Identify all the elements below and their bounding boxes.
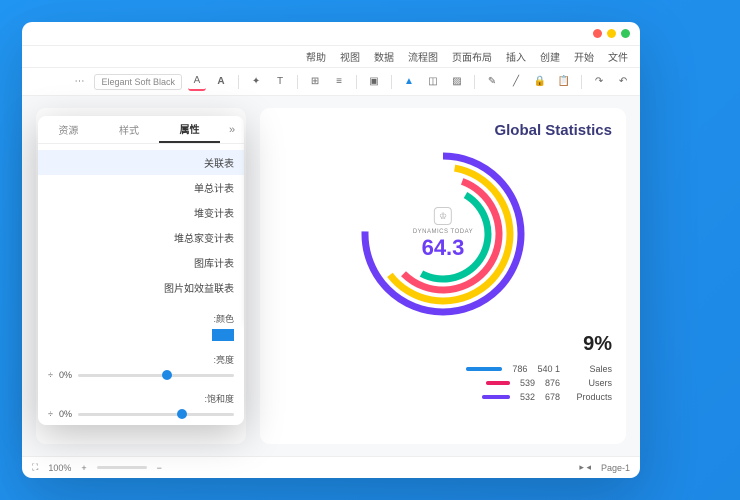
chart-type-item[interactable]: 堆变计表 (38, 200, 244, 225)
titlebar (22, 22, 640, 46)
toolbar: ↶ ↷ 📋 🔒 ╱ ✎ ▨ ◫ ▲ ▣ ≡ ⊞ T ✦ A A Elegant … (22, 68, 640, 96)
menubar: 文件开始创建插入页面布局流程图数据视图帮助 (22, 46, 640, 68)
chart-type-item[interactable]: 图片如效益联表 (38, 275, 244, 300)
saturation-slider[interactable] (78, 413, 234, 416)
brightness-row: 亮度: 0% ÷ (38, 347, 244, 386)
collapse-panel-icon[interactable]: « (220, 116, 244, 143)
big-percent: 9% (274, 333, 612, 356)
line-icon[interactable]: ╱ (507, 73, 525, 91)
menu-文件[interactable]: 文件 (608, 49, 628, 64)
brightness-slider[interactable] (78, 374, 234, 377)
font-select[interactable]: Elegant Soft Black (94, 74, 182, 90)
color-row: 颜色: (38, 306, 244, 347)
text-icon[interactable]: T (271, 73, 289, 91)
fill-icon[interactable]: ▨ (448, 73, 466, 91)
align-icon[interactable]: ≡ (330, 73, 348, 91)
stroke-icon[interactable]: ◫ (424, 73, 442, 91)
tab-properties[interactable]: 属性 (159, 116, 220, 143)
stats-table: Sales1 540786Users876539Products678532 (274, 362, 612, 404)
menu-流程图[interactable]: 流程图 (408, 49, 438, 64)
zoom-in-icon[interactable]: + (81, 463, 86, 473)
paste-icon[interactable]: 📋 (555, 73, 573, 91)
saturation-value: 0% (59, 409, 72, 419)
chart-type-item[interactable]: 图库计表 (38, 250, 244, 275)
color-swatch[interactable] (212, 329, 234, 341)
highlight-icon[interactable]: ▲ (400, 73, 418, 91)
table-row: Products678532 (274, 390, 612, 404)
lock-icon[interactable]: 🔒 (531, 73, 549, 91)
brightness-value: 0% (59, 370, 72, 380)
stats-card: Global Statistics ♔ DYNAMICS TODAY 64.3 … (260, 108, 626, 444)
menu-插入[interactable]: 插入 (506, 49, 526, 64)
brightness-unit-icon[interactable]: ÷ (48, 370, 53, 380)
tab-style[interactable]: 样式 (99, 116, 160, 143)
bold-icon[interactable]: A (212, 73, 230, 91)
maximize-dot[interactable] (621, 29, 630, 38)
undo-icon[interactable]: ↶ (614, 73, 632, 91)
menu-数据[interactable]: 数据 (374, 49, 394, 64)
chart-type-item[interactable]: 关联表 (38, 150, 244, 175)
menu-视图[interactable]: 视图 (340, 49, 360, 64)
image-icon[interactable]: ▣ (365, 73, 383, 91)
menu-页面布局[interactable]: 页面布局 (452, 49, 492, 64)
zoom-out-icon[interactable]: − (157, 463, 162, 473)
close-dot[interactable] (593, 29, 602, 38)
pen-icon[interactable]: ✎ (483, 73, 501, 91)
zoom-slider[interactable] (97, 466, 147, 469)
menu-帮助[interactable]: 帮助 (306, 49, 326, 64)
card-title: Global Statistics (274, 122, 612, 139)
brightness-label: 亮度: (213, 355, 234, 365)
saturation-row: 饱和度: 0% ÷ (38, 386, 244, 425)
table-row: Sales1 540786 (274, 362, 612, 376)
saturation-unit-icon[interactable]: ÷ (48, 409, 53, 419)
menu-创建[interactable]: 创建 (540, 49, 560, 64)
center-value: 64.3 (413, 235, 473, 261)
font-color-icon[interactable]: A (188, 73, 206, 91)
distribute-icon[interactable]: ⊞ (306, 73, 324, 91)
effects-icon[interactable]: ✦ (247, 73, 265, 91)
chart-type-item[interactable]: 堆总家变计表 (38, 225, 244, 250)
crown-icon: ♔ (434, 207, 452, 225)
saturation-label: 饱和度: (204, 394, 234, 404)
redo-icon[interactable]: ↷ (590, 73, 608, 91)
fit-icon[interactable]: ⛶ (32, 462, 38, 473)
chart-type-item[interactable]: 单总计表 (38, 175, 244, 200)
panel-tabs: « 属性 样式 资源 (38, 116, 244, 144)
chart-type-list: 关联表单总计表堆变计表堆总家变计表图库计表图片如效益联表 (38, 144, 244, 306)
menu-开始[interactable]: 开始 (574, 49, 594, 64)
color-label: 颜色: (213, 314, 234, 324)
tab-resources[interactable]: 资源 (38, 116, 99, 143)
more-icon[interactable]: ⋯ (70, 73, 88, 91)
page-nav-icon[interactable]: ◂ ▸ (579, 462, 591, 473)
minimize-dot[interactable] (607, 29, 616, 38)
table-row: Users876539 (274, 376, 612, 390)
properties-panel: ◆ ▦ ▭ ≋ ⎘ ▤ ⊞ ▯ ⋯ « 属性 样式 资源 关联表单总计表堆变计表… (38, 116, 244, 425)
statusbar: Page-1 ◂ ▸ − + 100% ⛶ (22, 456, 640, 478)
page-indicator[interactable]: Page-1 (601, 463, 630, 473)
ring-chart: ♔ DYNAMICS TODAY 64.3 (358, 149, 528, 319)
zoom-value: 100% (48, 463, 71, 473)
